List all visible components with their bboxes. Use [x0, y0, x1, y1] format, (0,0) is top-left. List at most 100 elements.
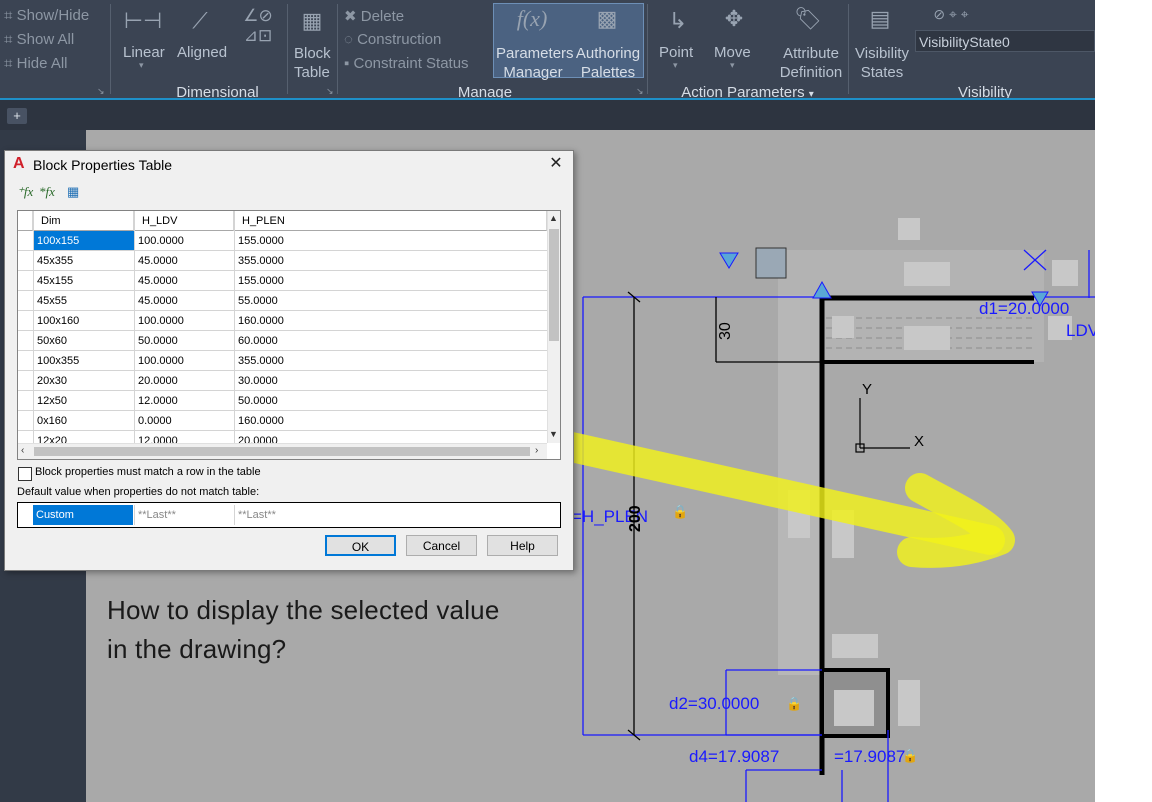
attribute-definition-icon: 🏷 — [794, 6, 822, 31]
show-all-button[interactable]: ⌗ Show All — [4, 31, 74, 48]
default-custom-cell[interactable]: Custom — [33, 505, 133, 525]
block-table-button[interactable]: Block Table — [294, 44, 334, 82]
row-header[interactable] — [18, 411, 33, 431]
scroll-up-icon[interactable]: ▲ — [549, 213, 558, 223]
point-dropdown-icon[interactable]: ▾ — [673, 60, 678, 71]
table-cell[interactable]: 355.0000 — [234, 251, 547, 271]
panel-expander-icon[interactable]: ↘ — [97, 86, 105, 97]
properties-table[interactable]: Dim H_LDV H_PLEN 100x155 100.0000 155.0000… — [17, 210, 561, 460]
table-cell[interactable]: 155.0000 — [234, 231, 547, 251]
vertical-scroll-thumb[interactable] — [549, 229, 559, 341]
column-header[interactable]: H_PLEN — [234, 211, 547, 231]
show-all-icon: ⌗ — [4, 31, 17, 48]
table-cell[interactable]: 355.0000 — [234, 351, 547, 371]
table-cell[interactable]: 0.0000 — [134, 411, 234, 431]
table-cell[interactable]: 45x155 — [33, 271, 134, 291]
point-icon: ↳ — [668, 8, 688, 33]
default-ldv-cell[interactable]: **Last** — [138, 505, 176, 525]
show-hide-button[interactable]: ⌗ Show/Hide — [4, 7, 89, 24]
row-header[interactable] — [18, 371, 33, 391]
add-property-icon[interactable]: *fx — [39, 184, 55, 200]
table-cell[interactable]: 100x355 — [33, 351, 134, 371]
table-cell[interactable]: 45x355 — [33, 251, 134, 271]
table-cell[interactable]: 45.0000 — [134, 291, 234, 311]
table-cell[interactable]: 100.0000 — [134, 311, 234, 331]
table-cell[interactable]: 155.0000 — [234, 271, 547, 291]
parameters-manager-button[interactable]: Parameters Manager — [496, 44, 574, 82]
new-tab-button[interactable]: + — [7, 108, 27, 124]
row-header[interactable] — [18, 271, 33, 291]
authoring-palettes-button[interactable]: Authoring Palettes — [572, 44, 644, 82]
linear-button[interactable]: Linear — [123, 44, 165, 61]
dim-d5-label: =17.9087 — [834, 747, 905, 766]
table-cell[interactable]: 50.0000 — [234, 391, 547, 411]
show-hide-icon: ⌗ — [4, 7, 17, 24]
delete-button[interactable]: ✖ Delete — [344, 7, 404, 25]
horizontal-scroll-thumb[interactable] — [34, 447, 530, 456]
visibility-states-icon: ▤ — [869, 6, 891, 31]
row-header[interactable] — [18, 311, 33, 331]
close-icon[interactable]: ✕ — [545, 154, 567, 174]
construction-button[interactable]: ◌ Construction — [344, 31, 441, 48]
default-value-row[interactable]: Custom **Last** **Last** — [17, 502, 561, 528]
column-header[interactable]: H_LDV — [134, 211, 234, 231]
table-cell[interactable]: 30.0000 — [234, 371, 547, 391]
table-cell[interactable]: 100.0000 — [134, 351, 234, 371]
table-cell[interactable]: 20x30 — [33, 371, 134, 391]
row-header[interactable] — [18, 251, 33, 271]
row-header[interactable] — [18, 331, 33, 351]
table-cell[interactable]: 100.0000 — [134, 231, 234, 251]
new-property-icon[interactable]: ⁺fx — [17, 184, 33, 200]
lock-icon-d5: 🔒 — [902, 748, 918, 763]
linear-dropdown-icon[interactable]: ▾ — [139, 60, 144, 71]
move-button[interactable]: Move — [714, 44, 751, 61]
row-header[interactable] — [18, 351, 33, 371]
match-row-checkbox[interactable] — [18, 467, 32, 481]
table-cell[interactable]: 45.0000 — [134, 271, 234, 291]
dimensional-expander-icon[interactable]: ↘ — [326, 86, 334, 97]
move-dropdown-icon[interactable]: ▾ — [730, 60, 735, 71]
help-button[interactable]: Help — [487, 535, 558, 556]
ucs-axis — [855, 398, 910, 453]
ok-button[interactable]: OK — [325, 535, 396, 556]
aligned-icon: ⟋ — [192, 8, 208, 33]
table-cell[interactable]: 0x160 — [33, 411, 134, 431]
constraint-status-button[interactable]: ▪ Constraint Status — [344, 55, 469, 72]
table-cell[interactable]: 160.0000 — [234, 311, 547, 331]
table-cell[interactable]: 20.0000 — [134, 371, 234, 391]
scroll-right-icon[interactable]: › — [535, 445, 538, 456]
table-cell[interactable]: 160.0000 — [234, 411, 547, 431]
row-header[interactable] — [18, 231, 33, 251]
table-cell[interactable]: 45.0000 — [134, 251, 234, 271]
aligned-button[interactable]: Aligned — [177, 44, 227, 61]
attribute-definition-button[interactable]: Attribute Definition — [778, 44, 844, 82]
geometric-constraints-icon[interactable]: ∠⊘ ⊿⊡ — [235, 6, 281, 46]
visibility-state-select[interactable]: VisibilityState0 — [915, 30, 1095, 52]
table-cell[interactable]: 50.0000 — [134, 331, 234, 351]
table-cell[interactable]: 12.0000 — [134, 391, 234, 411]
cancel-button[interactable]: Cancel — [406, 535, 477, 556]
dim-d1-label: d1=20.0000 — [979, 299, 1069, 318]
table-cell[interactable]: 55.0000 — [234, 291, 547, 311]
block-table-icon: ▦ — [301, 8, 323, 33]
dim-200-label: 200 — [627, 505, 644, 532]
column-header[interactable]: Dim — [33, 211, 134, 231]
audit-icon[interactable]: ▦ — [67, 184, 79, 200]
row-header-corner — [18, 211, 33, 231]
table-cell[interactable]: 45x55 — [33, 291, 134, 311]
row-header[interactable] — [18, 291, 33, 311]
default-plen-cell[interactable]: **Last** — [238, 505, 276, 525]
point-button[interactable]: Point — [659, 44, 693, 61]
visibility-tools-icon[interactable]: ⊘ ⌖ ⌖ — [916, 6, 986, 23]
visibility-states-button[interactable]: Visibility States — [852, 44, 912, 82]
scroll-left-icon[interactable]: ‹ — [21, 445, 24, 456]
hide-all-button[interactable]: ⌗ Hide All — [4, 55, 67, 72]
table-cell[interactable]: 12x50 — [33, 391, 134, 411]
scroll-down-icon[interactable]: ▼ — [549, 429, 558, 439]
manage-expander-icon[interactable]: ↘ — [636, 86, 644, 97]
table-cell[interactable]: 50x60 — [33, 331, 134, 351]
table-cell[interactable]: 60.0000 — [234, 331, 547, 351]
table-cell[interactable]: 100x160 — [33, 311, 134, 331]
row-header[interactable] — [18, 391, 33, 411]
table-cell[interactable]: 100x155 — [33, 231, 134, 251]
